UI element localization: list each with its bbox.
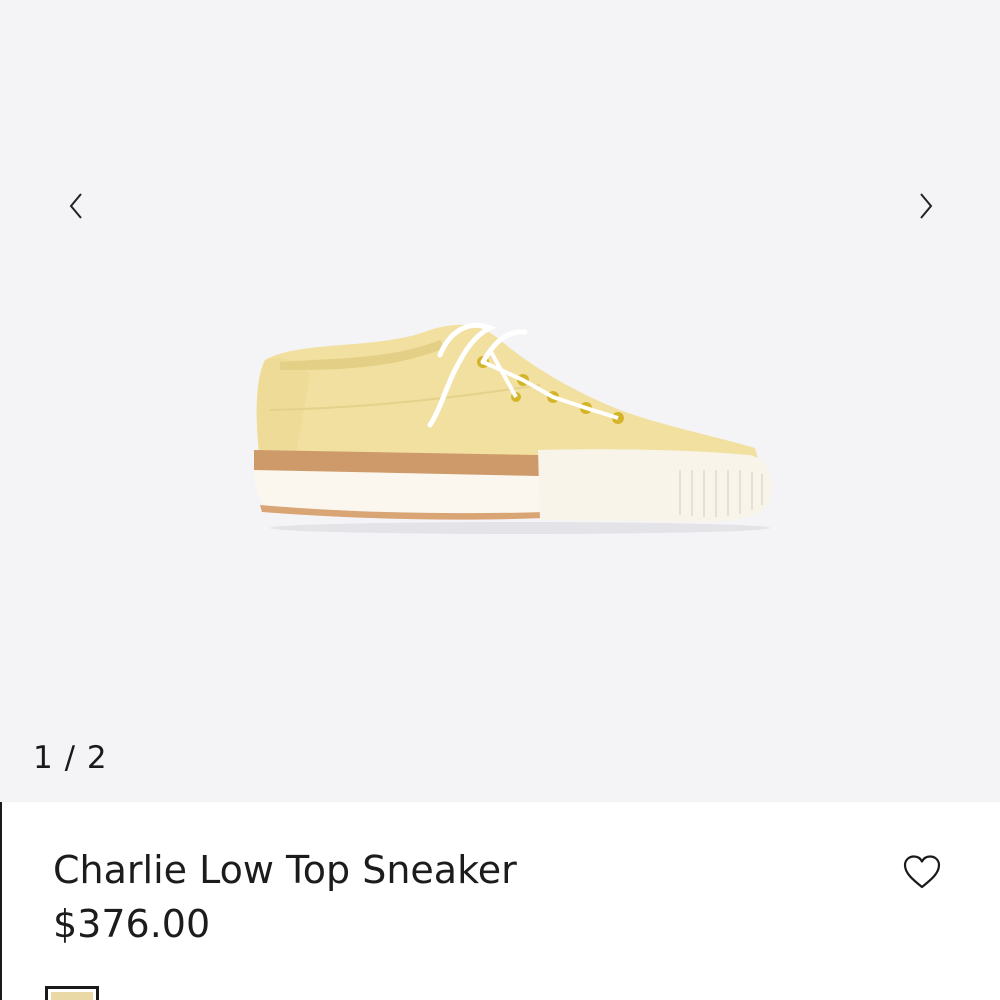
chevron-left-icon: [69, 193, 82, 219]
wishlist-button[interactable]: [900, 850, 944, 894]
left-divider: [0, 802, 2, 1000]
chevron-right-icon: [920, 193, 933, 219]
color-swatch-fill: [51, 992, 93, 1000]
color-swatch[interactable]: [45, 986, 99, 1000]
sneaker-product-image: [254, 322, 772, 534]
product-image-gallery[interactable]: 1 / 2: [0, 0, 1000, 802]
heart-outline-icon: [903, 855, 941, 889]
product-title: Charlie Low Top Sneaker: [53, 848, 517, 892]
product-details: [0, 802, 1000, 1000]
image-counter: 1 / 2: [33, 740, 108, 776]
next-image-button[interactable]: [906, 186, 946, 226]
product-price: $376.00: [53, 902, 211, 946]
previous-image-button[interactable]: [56, 186, 96, 226]
